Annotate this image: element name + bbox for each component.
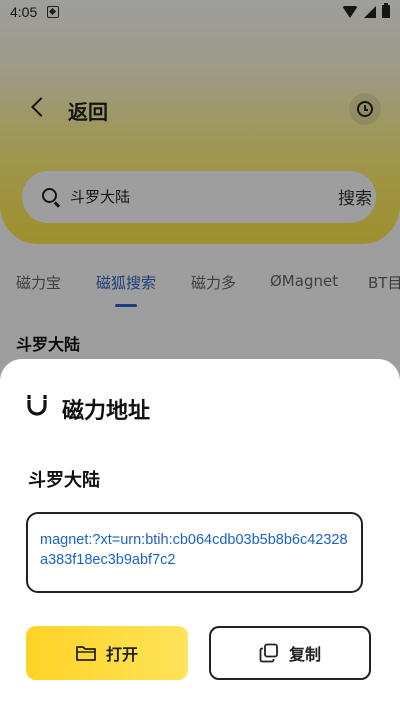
magnet-link[interactable]: magnet:?xt=urn:btih:cb064cdb03b5b8b6c423… [40,530,349,570]
open-button-label: 打开 [105,645,138,664]
file-name: 斗罗大陆 [28,470,100,491]
sheet-title: 磁力地址 [62,399,151,424]
open-button[interactable]: 打开 [26,626,188,680]
magnet-link-box[interactable]: magnet:?xt=urn:btih:cb064cdb03b5b8b6c423… [26,512,363,593]
magnet-bottom-sheet: 磁力地址 斗罗大陆 magnet:?xt=urn:btih:cb064cdb03… [0,359,400,718]
copy-button[interactable]: 复制 [209,626,371,680]
copy-icon [259,643,278,663]
magnet-icon [26,395,48,416]
folder-icon [76,646,96,661]
copy-button-label: 复制 [288,645,321,664]
